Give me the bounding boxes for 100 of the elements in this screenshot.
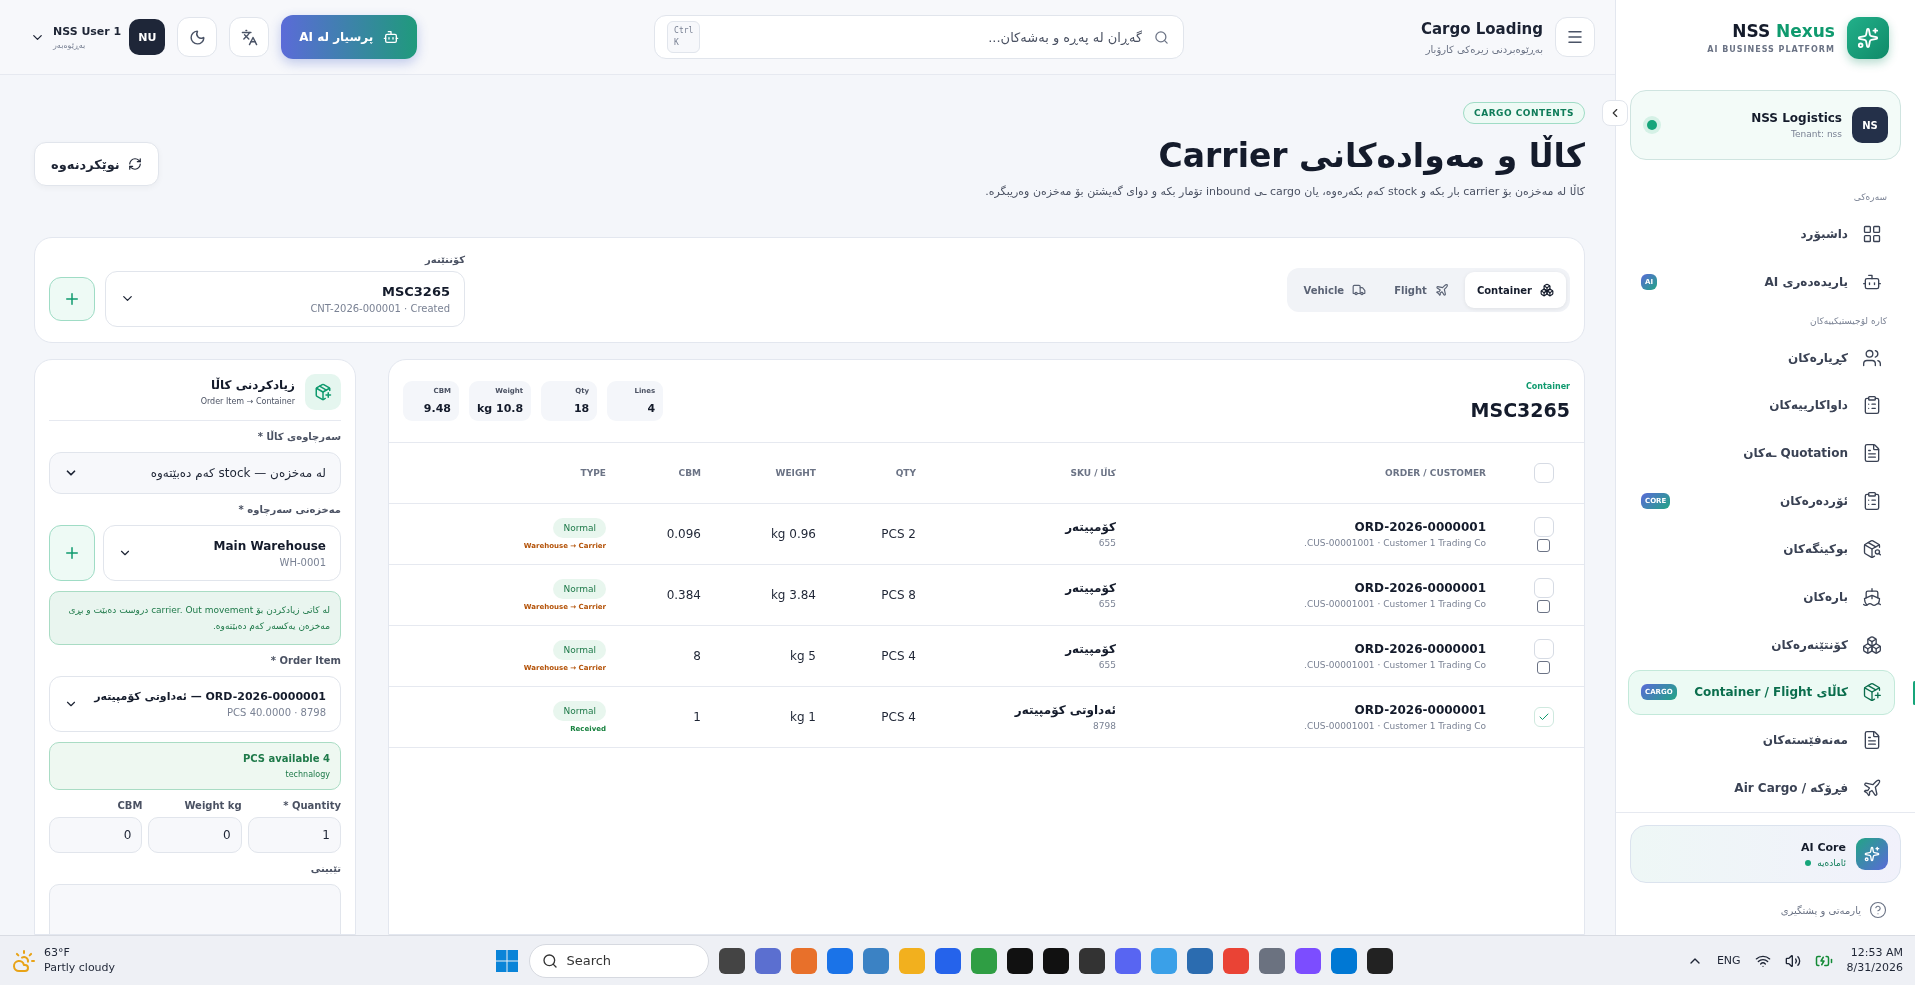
ship-icon <box>1862 586 1882 607</box>
small-checkbox[interactable] <box>1536 599 1550 613</box>
nav-item[interactable]: کۆنتێنەرەکان <box>1628 622 1895 667</box>
number-field[interactable]: 0 <box>148 817 242 854</box>
ai-core-title: AI Core <box>1801 840 1846 854</box>
check-icon <box>1538 711 1550 723</box>
refresh-icon <box>127 157 142 171</box>
boxes-icon <box>1540 283 1554 297</box>
sparkle-icon <box>1856 838 1888 870</box>
clock[interactable]: 12:53 AM 8/31/2026 <box>1846 945 1903 976</box>
small-checkbox[interactable] <box>1536 538 1550 552</box>
item-sku: 8798 <box>1093 721 1116 731</box>
stat-value: 18 <box>573 402 590 415</box>
section-title: کارە لۆجیستیکییەکان <box>1809 314 1888 328</box>
brand-name: NSS Nexus <box>1732 21 1835 41</box>
help-link[interactable]: یارمەتی و پشتگیری <box>1630 901 1901 919</box>
status-dot <box>1805 859 1812 866</box>
users-icon <box>1862 347 1882 368</box>
field-label: CBM <box>116 800 143 812</box>
field-label: تێبینی <box>309 863 341 875</box>
add-button[interactable] <box>49 276 95 321</box>
nav-item[interactable]: مەنەفێستەکان <box>1628 717 1895 763</box>
nav-item[interactable]: بوکینگەکان <box>1628 526 1895 572</box>
table-cell: 3.84 kg <box>770 588 816 602</box>
number-field[interactable]: 0 <box>49 817 143 854</box>
temperature: 63°F <box>44 946 71 961</box>
table-cell: 0.096 <box>666 527 701 541</box>
nav-item[interactable]: داشبۆرد <box>1628 211 1895 257</box>
package-plus-icon <box>305 374 341 410</box>
row-checkbox[interactable] <box>1534 707 1554 727</box>
row-checkbox[interactable] <box>1534 638 1554 659</box>
language-indicator[interactable]: ENG <box>1716 954 1741 967</box>
nav-item[interactable]: داواکارییەکان <box>1628 383 1895 428</box>
column-header: ORDER / CUSTOMER <box>1385 468 1487 478</box>
availability-title: 4 PCS available <box>243 753 330 765</box>
warehouse-select[interactable]: Main Warehouse WH-0001 <box>103 525 341 581</box>
source-select[interactable]: لە مەخزەن — stock کەم دەبێتەوە <box>49 452 341 494</box>
theme-button[interactable] <box>177 17 218 57</box>
number-field[interactable]: 1 <box>247 817 341 854</box>
start-icon[interactable] <box>495 948 520 973</box>
field-label: مەخزەنی سەرچاوە * <box>237 504 341 515</box>
field-label: کۆنتێنەر <box>425 253 465 265</box>
table-cell: 4 PCS <box>881 710 916 724</box>
mode-tab[interactable]: Container <box>1464 272 1566 308</box>
tenant-detail: Tenant: nss <box>1791 129 1842 139</box>
status-dot <box>1643 116 1661 134</box>
order-number: ORD-2026-0000001 <box>1354 520 1486 534</box>
user-name: NSS User 1 <box>53 24 122 38</box>
field-label: سەرچاوەی کاڵا * <box>256 431 341 442</box>
document-icon <box>1862 443 1882 464</box>
menu-button[interactable] <box>1555 17 1595 57</box>
table-cell: 0.96 kg <box>770 527 816 541</box>
app-icon[interactable] <box>1079 947 1106 974</box>
page-subheading: بەڕێوەبردنی زیرەکی کارۆبار <box>1425 43 1543 55</box>
app-icon[interactable] <box>1007 947 1034 974</box>
form-subtitle: Order Item → Container <box>200 397 295 406</box>
column-header: QTY <box>895 468 917 478</box>
search-input[interactable]: گەڕان لە پەڕە و بەشەکان... <box>710 28 1145 46</box>
select-all-checkbox[interactable] <box>1534 463 1554 483</box>
mode-tab[interactable]: Flight <box>1382 272 1461 308</box>
page-description: کاڵا لە مەخزەن بۆ carrier بار بکە و stock کەم بکەرەوە، یان cargo ـی inbound تۆمار بکە و دوای گەیشتن بۆ مەخزەن وەریبگرە. <box>985 185 1585 198</box>
table-cell: 4 PCS <box>881 649 916 663</box>
nav-item[interactable]: بارەکان <box>1628 574 1895 620</box>
document-icon <box>1862 730 1882 751</box>
package-search-icon <box>1862 538 1882 559</box>
weather-text: Partly cloudy <box>44 960 116 975</box>
app-icon[interactable] <box>1043 947 1070 974</box>
moon-icon <box>188 28 206 46</box>
ask-ai-button[interactable]: پرسیار لە AI <box>281 15 418 59</box>
container-select[interactable]: MSC3265 CNT-2026-000001 · Created <box>105 270 465 327</box>
taskbar-search[interactable]: Search <box>529 943 710 978</box>
nav-item[interactable]: کڕیارەکان <box>1628 335 1895 380</box>
table-cell: 1 <box>693 710 701 724</box>
row-checkbox[interactable] <box>1534 516 1554 537</box>
tenant-name: NSS Logistics <box>1751 111 1842 125</box>
mode-tab[interactable]: Vehicle <box>1291 272 1379 308</box>
collapse-button[interactable] <box>1602 100 1628 126</box>
select-detail: CNT-2026-000001 · Created <box>310 302 450 314</box>
nav-item[interactable]: Quotation ـەکان <box>1628 430 1895 476</box>
volume-icon[interactable] <box>1784 952 1801 969</box>
item-name: کۆمپیتەر <box>1065 520 1116 534</box>
form-title: زیادکردنی کاڵا <box>211 378 295 392</box>
column-header: WEIGHT <box>775 468 817 478</box>
select-detail: 8798 · 40.0000 PCS <box>227 707 326 719</box>
translate-button[interactable] <box>229 17 270 57</box>
row-checkbox[interactable] <box>1534 577 1554 598</box>
small-checkbox[interactable] <box>1536 660 1550 674</box>
search-icon <box>1154 29 1170 45</box>
order-number: ORD-2026-0000001 <box>1354 642 1486 656</box>
stat-value: 4 <box>647 402 656 415</box>
item-name: کۆمپیتەر <box>1065 581 1116 595</box>
section-title: سەرەکی <box>1852 191 1888 204</box>
item-name: کۆمپیتەر <box>1065 642 1116 656</box>
nav-item[interactable]: فڕۆکە / Air Cargo <box>1628 765 1895 811</box>
package-plus-icon <box>1862 682 1882 703</box>
app-icon[interactable] <box>1367 947 1394 974</box>
refresh-button[interactable]: نوێکردنەوە <box>34 142 159 186</box>
app-icon[interactable] <box>719 947 746 974</box>
page-title: کاڵا و مەوادەکانی Carrier <box>1158 136 1585 175</box>
select-value: لە مەخزەن — stock کەم دەبێتەوە <box>150 466 326 480</box>
